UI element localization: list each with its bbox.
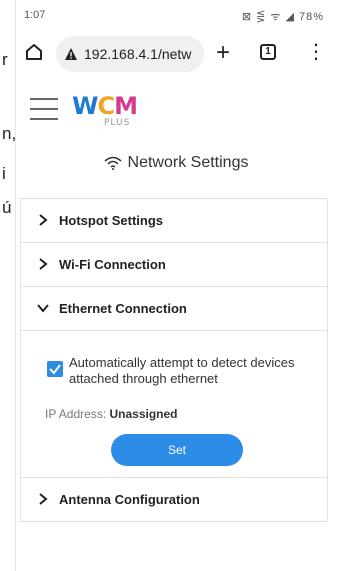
not-secure-warning-icon[interactable] (64, 47, 78, 61)
hamburger-menu-icon[interactable] (30, 98, 58, 122)
chevron-right-icon (39, 258, 48, 270)
auto-detect-label[interactable]: Automatically attempt to detect devices … (69, 355, 309, 387)
phone-screen: 1:07 ⊠ ⋚ ᯤ ◢ 78% 192.168.4.1/netw + 1 ⋮ … (16, 0, 336, 571)
section-ethernet-connection[interactable]: Ethernet Connection (21, 286, 327, 330)
section-label: Antenna Configuration (59, 492, 200, 507)
plus-icon[interactable]: + (216, 41, 230, 65)
settings-accordion: Hotspot Settings Wi-Fi Connection Ethern… (20, 198, 328, 522)
kebab-menu-icon[interactable]: ⋮ (306, 42, 326, 62)
wcm-plus-logo: WCM PLUS (72, 92, 138, 128)
ip-address-label: IP Address: (45, 407, 107, 421)
chevron-right-icon (39, 493, 48, 505)
ip-address-value: Unassigned (109, 407, 178, 421)
page-title-text: Network Settings (127, 154, 249, 171)
checkmark-icon (49, 364, 61, 375)
url-text[interactable]: 192.168.4.1/netw (84, 46, 200, 62)
section-label: Wi-Fi Connection (59, 257, 166, 272)
home-icon[interactable] (24, 42, 44, 62)
wifi-icon (104, 156, 122, 170)
section-hotspot-settings[interactable]: Hotspot Settings (21, 198, 327, 242)
background-text-fragment: ú (2, 198, 12, 217)
section-label: Ethernet Connection (59, 301, 187, 316)
address-bar[interactable]: 192.168.4.1/netw (56, 36, 204, 72)
background-text-fragment: n, (2, 124, 17, 143)
section-antenna-configuration[interactable]: Antenna Configuration (21, 477, 327, 521)
status-icons: ⊠ ⋚ ᯤ ◢ 78% (241, 11, 324, 23)
ip-address-line: IP Address: Unassigned (45, 407, 178, 421)
status-bar: 1:07 ⊠ ⋚ ᯤ ◢ 78% (16, 0, 336, 28)
background-text-fragment: r (2, 50, 8, 69)
background-text-fragment: i (2, 164, 6, 183)
tab-switcher-button[interactable]: 1 (260, 44, 276, 60)
auto-detect-checkbox[interactable] (47, 361, 63, 377)
ethernet-panel: Automatically attempt to detect devices … (21, 330, 327, 477)
chevron-down-icon (37, 304, 49, 313)
page-title: Network Settings (16, 154, 336, 172)
app-header: WCM PLUS (16, 80, 336, 140)
section-wifi-connection[interactable]: Wi-Fi Connection (21, 242, 327, 286)
chevron-right-icon (39, 214, 48, 226)
set-button[interactable]: Set (111, 434, 243, 466)
section-label: Hotspot Settings (59, 213, 163, 228)
status-time: 1:07 (24, 9, 46, 21)
browser-toolbar: 192.168.4.1/netw + 1 ⋮ (16, 28, 336, 80)
